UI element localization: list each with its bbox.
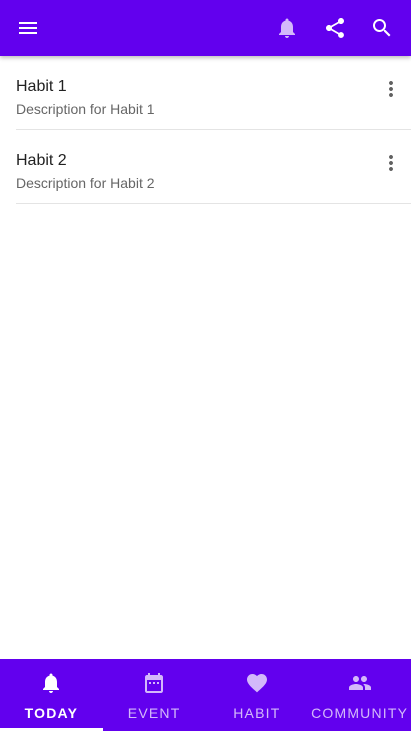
habit-list: Habit 1 Description for Habit 1 Habit 2 …: [0, 56, 411, 204]
search-icon[interactable]: [362, 8, 402, 48]
menu-icon[interactable]: [8, 8, 48, 48]
people-icon: [348, 676, 371, 690]
habit-description: Description for Habit 1: [16, 101, 155, 117]
nav-tab-label: HABIT: [233, 705, 281, 721]
habit-list-item[interactable]: Habit 1 Description for Habit 1: [16, 56, 411, 130]
more-vert-icon[interactable]: [379, 77, 403, 101]
nav-tab-label: COMMUNITY: [311, 705, 409, 721]
heart-icon: [246, 674, 267, 693]
nav-tab-label: TODAY: [24, 705, 79, 721]
nav-tab-event[interactable]: EVENT: [103, 659, 206, 731]
habit-list-item[interactable]: Habit 2 Description for Habit 2: [16, 130, 411, 204]
calendar-icon: [145, 673, 164, 693]
bottom-navigation: TODAY EVENT HABIT COMMUNITY: [0, 659, 411, 731]
habit-title: Habit 2: [16, 152, 67, 169]
nav-tab-label: EVENT: [127, 705, 181, 721]
habit-description: Description for Habit 2: [16, 175, 155, 191]
share-icon[interactable]: [315, 8, 355, 48]
nav-tab-habit[interactable]: HABIT: [206, 659, 309, 731]
notifications-icon[interactable]: [267, 8, 307, 48]
nav-tab-community[interactable]: COMMUNITY: [308, 659, 411, 731]
top-app-bar: [0, 0, 411, 56]
more-vert-icon[interactable]: [379, 151, 403, 175]
bell-icon: [43, 673, 60, 693]
nav-tab-today[interactable]: TODAY: [0, 659, 103, 731]
habit-title: Habit 1: [16, 78, 67, 95]
